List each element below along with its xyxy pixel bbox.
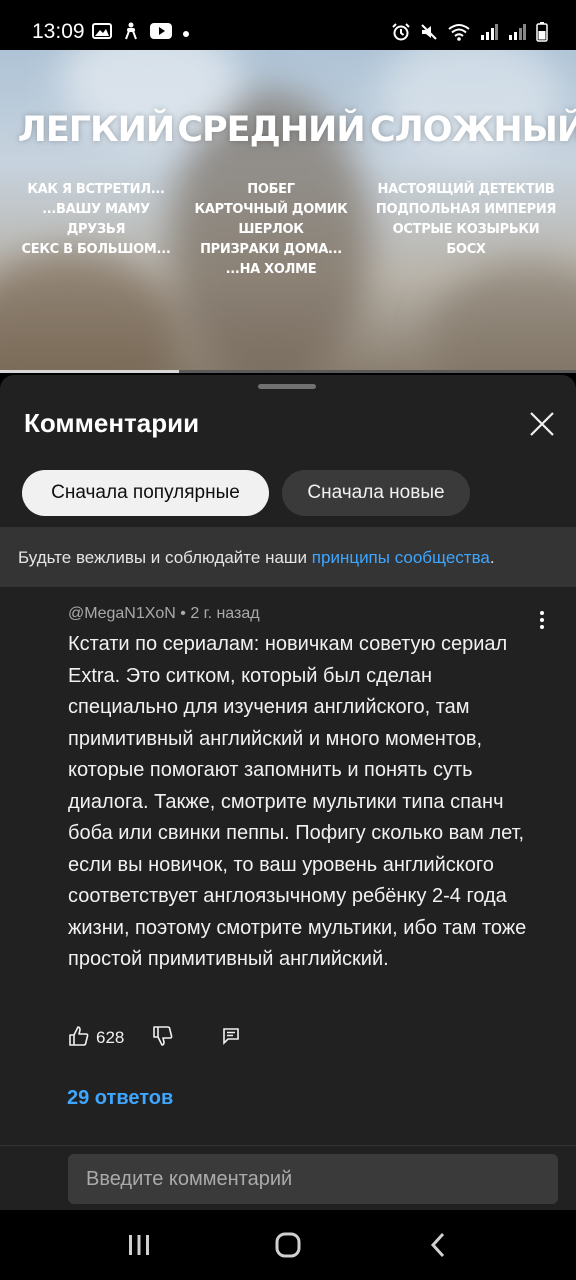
thumbs-down-icon [153,1025,173,1046]
status-bar: 13:09 [0,0,576,50]
show-title: КАРТОЧНЫЙ ДОМИК [194,202,348,217]
level-items: НАСТОЯЩИЙ ДЕТЕКТИВ ПОДПОЛЬНАЯ ИМПЕРИЯ ОС… [370,180,562,260]
notice-text: Будьте вежливы и соблюдайте наши [18,548,312,567]
battery-icon [536,22,548,47]
signal-icon [480,24,498,45]
level-items: ПОБЕГ КАРТОЧНЫЙ ДОМИК ШЕРЛОК ПРИЗРАКИ ДО… [175,180,367,280]
show-title: ...ВАШУ МАМУ [42,202,150,217]
community-guidelines-link[interactable]: принципы сообщества [312,548,490,567]
status-right-icons [392,22,548,47]
mute-icon [420,23,438,46]
like-button[interactable] [68,1025,90,1052]
show-title: ОСТРЫЕ КОЗЫРЬКИ [392,222,540,237]
dislike-button[interactable] [152,1025,174,1052]
more-vert-icon [540,611,544,615]
youtube-icon [150,23,172,44]
back-button[interactable] [418,1225,458,1265]
reply-button[interactable] [222,1027,240,1050]
alarm-icon [392,23,410,46]
gallery-icon [92,23,112,44]
sort-newest-chip[interactable]: Сначала новые [282,470,470,516]
show-title: ...НА ХОЛМЕ [225,262,317,277]
wifi-icon [448,23,470,46]
comment-input-placeholder: Введите комментарий [86,1168,293,1190]
drag-handle[interactable] [258,384,316,389]
close-icon [530,412,554,436]
show-title: ПОБЕГ [247,182,295,197]
show-title: ДРУЗЬЯ [66,222,126,237]
view-replies-button[interactable]: 29 ответов [67,1087,173,1110]
signal-icon [508,24,526,45]
comment-text: Кстати по сериалам: новичкам советую сер… [68,633,527,970]
status-time: 13:09 [32,20,85,43]
recent-apps-button[interactable] [119,1225,159,1265]
video-player[interactable]: ЛЕГКИЙ КАК Я ВСТРЕТИЛ... ...ВАШУ МАМУ ДР… [0,50,576,372]
show-title: ПРИЗРАКИ ДОМА... [200,242,342,257]
comments-title: Комментарии [24,408,200,438]
comment-author-meta[interactable]: @MegaN1XoN • 2 г. назад [68,605,260,623]
show-title: ШЕРЛОК [238,222,304,237]
level-title: СЛОЖНЫЙ [370,110,576,150]
home-icon [275,1232,301,1258]
notice-suffix: . [489,548,495,567]
show-title: ПОДПОЛЬНАЯ ИМПЕРИЯ [375,202,557,217]
thumbs-up-icon [69,1025,89,1046]
like-count: 628 [96,1028,125,1047]
back-icon [430,1232,445,1258]
show-title: БОСХ [446,242,486,257]
community-notice-text: Будьте вежливы и соблюдайте наши принцип… [18,548,495,568]
more-vert-icon-dot [540,625,544,629]
video-progress-fill [0,370,179,373]
show-title: СЕКС В БОЛЬШОМ... [21,242,171,257]
show-title: КАК Я ВСТРЕТИЛ... [27,182,165,197]
recent-apps-icon [129,1235,149,1255]
level-title: СРЕДНИЙ [177,110,365,150]
level-column-easy: ЛЕГКИЙ КАК Я ВСТРЕТИЛ... ...ВАШУ МАМУ ДР… [0,110,192,260]
sort-popular-chip[interactable]: Сначала популярные [22,470,269,516]
accessibility-icon [122,22,140,45]
status-left-icons [92,22,190,45]
comment-actions: 628 [68,1023,240,1053]
dot-icon [182,25,190,43]
level-title: ЛЕГКИЙ [17,110,175,150]
home-button[interactable] [268,1225,308,1265]
show-title: НАСТОЯЩИЙ ДЕТЕКТИВ [377,182,555,197]
level-items: КАК Я ВСТРЕТИЛ... ...ВАШУ МАМУ ДРУЗЬЯ СЕ… [0,180,192,260]
level-column-hard: СЛОЖНЫЙ НАСТОЯЩИЙ ДЕТЕКТИВ ПОДПОЛЬНАЯ ИМ… [370,110,576,260]
close-button[interactable] [524,406,560,442]
level-column-medium: СРЕДНИЙ ПОБЕГ КАРТОЧНЫЙ ДОМИК ШЕРЛОК ПРИ… [175,110,367,280]
reply-comment-icon [223,1027,240,1045]
more-vert-icon-dot [540,618,544,622]
